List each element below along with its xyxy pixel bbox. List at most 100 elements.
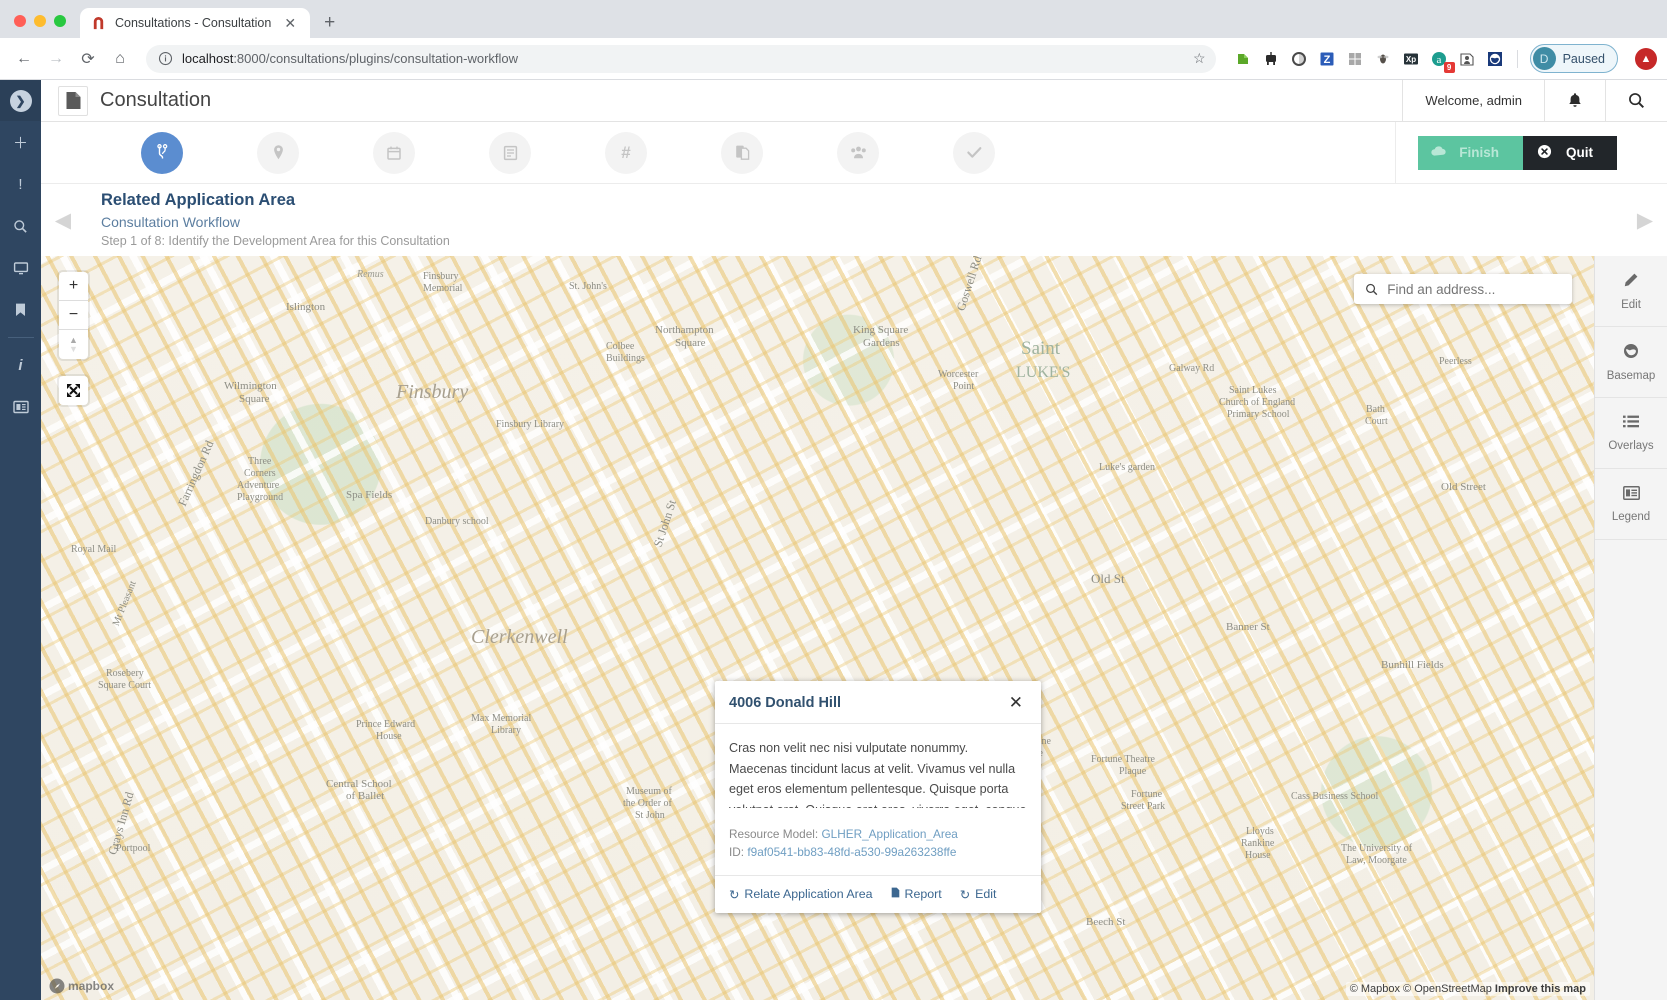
bee-extension-icon[interactable] [1374, 49, 1393, 68]
maptool-legend[interactable]: Legend [1595, 469, 1667, 540]
quit-button[interactable]: Quit [1523, 136, 1617, 170]
resource-id-link[interactable]: f9af0541-bb83-48fd-a530-99a263238ffe [747, 845, 956, 859]
sidebar-divider [8, 337, 34, 338]
address-search-box[interactable] [1354, 274, 1572, 304]
globe-extension-icon[interactable] [1486, 49, 1505, 68]
mapbox-logo[interactable]: mapbox [49, 978, 114, 994]
maptool-basemap-label: Basemap [1607, 370, 1656, 382]
step-dates[interactable] [373, 132, 415, 174]
document-icon [891, 887, 900, 901]
sidebar-item-info[interactable]: i [0, 344, 41, 386]
map-area: FinsburyClerkenwellSaintLUKE'SKing Squar… [41, 256, 1667, 1000]
window-traffic-lights [0, 15, 80, 38]
amazon-assistant-icon[interactable]: a 9 [1430, 49, 1449, 68]
arches-logo-icon [90, 15, 106, 31]
back-arrow-icon[interactable]: ← [10, 45, 38, 73]
address-search-input[interactable] [1387, 282, 1561, 297]
extensions-row: Z Xp a 9 D Paused ▲ [1228, 44, 1657, 73]
toolbar-divider [1517, 50, 1518, 68]
step-complete[interactable] [953, 132, 995, 174]
header-search-button[interactable] [1605, 80, 1667, 121]
attribution-text: © Mapbox © OpenStreetMap [1350, 983, 1492, 995]
map-tools-panel: Edit Basemap Overlays [1594, 256, 1667, 1000]
step-people[interactable] [837, 132, 879, 174]
browser-tab-title: Consultations - Consultation [115, 16, 271, 30]
info-circle-icon[interactable] [158, 51, 173, 66]
step-documents[interactable] [721, 132, 763, 174]
xp-extension-icon[interactable]: Xp [1402, 49, 1421, 68]
step-workflow[interactable] [141, 132, 183, 174]
reload-icon[interactable]: ⟳ [74, 45, 102, 73]
sidebar-item-screen[interactable] [0, 247, 41, 289]
browser-tab[interactable]: Consultations - Consultation ✕ [80, 8, 310, 38]
compass-icon[interactable]: ▲▼ [59, 330, 88, 359]
new-tab-button[interactable]: + [310, 13, 349, 38]
zoom-in-button[interactable]: + [59, 272, 88, 301]
robot-extension-icon[interactable] [1262, 49, 1281, 68]
fullscreen-icon[interactable] [59, 376, 88, 405]
evernote-extension-icon[interactable] [1234, 49, 1253, 68]
edit-link[interactable]: ↻ Edit [960, 887, 997, 902]
resource-id-label: ID: [729, 845, 744, 859]
resource-model-row: Resource Model: GLHER_Application_Area [729, 825, 1027, 843]
forward-arrow-icon[interactable]: → [42, 45, 70, 73]
pencil-icon [1623, 272, 1639, 292]
workflow-card-header: ◀ Related Application Area Consultation … [41, 184, 1667, 256]
close-circle-icon [1537, 144, 1552, 162]
close-icon[interactable]: ✕ [1005, 694, 1027, 711]
maptool-edit[interactable]: Edit [1595, 256, 1667, 327]
maptool-overlays[interactable]: Overlays [1595, 398, 1667, 469]
report-link[interactable]: Report [891, 887, 942, 901]
close-window-button[interactable] [14, 15, 26, 27]
home-icon[interactable]: ⌂ [106, 45, 134, 73]
documents-icon [735, 144, 750, 161]
document-icon[interactable] [58, 86, 88, 116]
relate-application-area-label: Relate Application Area [744, 887, 872, 901]
update-arrow-icon[interactable]: ▲ [1635, 48, 1657, 70]
person-extension-icon[interactable] [1458, 49, 1477, 68]
left-sidebar: ❯ ＋ ! i [0, 80, 41, 1000]
feature-popup-title: 4006 Donald Hill [729, 695, 841, 711]
legend-icon [1623, 486, 1640, 504]
sidebar-item-search[interactable] [0, 205, 41, 247]
map-canvas[interactable]: FinsburyClerkenwellSaintLUKE'SKing Squar… [41, 256, 1594, 1000]
step-form[interactable] [489, 132, 531, 174]
sidebar-item-alert[interactable]: ! [0, 163, 41, 205]
search-icon [13, 219, 28, 234]
calendar-icon [386, 145, 402, 161]
feature-popup-actions: ↻ Relate Application Area Report ↻ Edit [715, 875, 1041, 913]
step-location[interactable] [257, 132, 299, 174]
finish-button[interactable]: Finish [1418, 136, 1523, 170]
form-icon [503, 145, 518, 161]
screen-icon [13, 260, 29, 276]
sidebar-item-bookmark[interactable] [0, 289, 41, 331]
chevron-left-icon[interactable]: ◀ [41, 208, 85, 233]
maptool-legend-label: Legend [1612, 511, 1650, 523]
zoom-out-button[interactable]: − [59, 301, 88, 330]
feature-popup-description: Cras non velit nec nisi vulputate nonumm… [729, 738, 1027, 808]
sidebar-item-add[interactable]: ＋ [0, 121, 41, 163]
relate-application-area-link[interactable]: ↻ Relate Application Area [729, 887, 873, 902]
sidebar-toggle[interactable]: ❯ [0, 80, 41, 121]
resource-model-link[interactable]: GLHER_Application_Area [821, 827, 957, 841]
notifications-button[interactable] [1544, 80, 1605, 121]
improve-map-link[interactable]: Improve this map [1495, 983, 1586, 995]
workflow-card-title: Related Application Area [101, 189, 1623, 213]
workflow-steps: # [41, 132, 1395, 174]
grid-extension-icon[interactable] [1346, 49, 1365, 68]
address-bar[interactable]: localhost:8000/consultations/plugins/con… [146, 45, 1216, 73]
circle-extension-icon[interactable] [1290, 49, 1309, 68]
chevron-right-icon[interactable]: ▶ [1623, 208, 1667, 233]
star-icon[interactable]: ☆ [1193, 50, 1206, 67]
zotero-extension-icon[interactable]: Z [1318, 49, 1337, 68]
extension-badge-count: 9 [1444, 62, 1455, 73]
minimize-window-button[interactable] [34, 15, 46, 27]
step-numbers[interactable]: # [605, 132, 647, 174]
maximize-window-button[interactable] [54, 15, 66, 27]
maptool-basemap[interactable]: Basemap [1595, 327, 1667, 398]
profile-paused-pill[interactable]: D Paused [1530, 44, 1618, 73]
workflow-actions: Finish Quit [1395, 122, 1667, 183]
address-bar-url: localhost:8000/consultations/plugins/con… [182, 51, 518, 66]
close-icon[interactable]: ✕ [280, 14, 300, 32]
sidebar-item-report[interactable] [0, 386, 41, 428]
